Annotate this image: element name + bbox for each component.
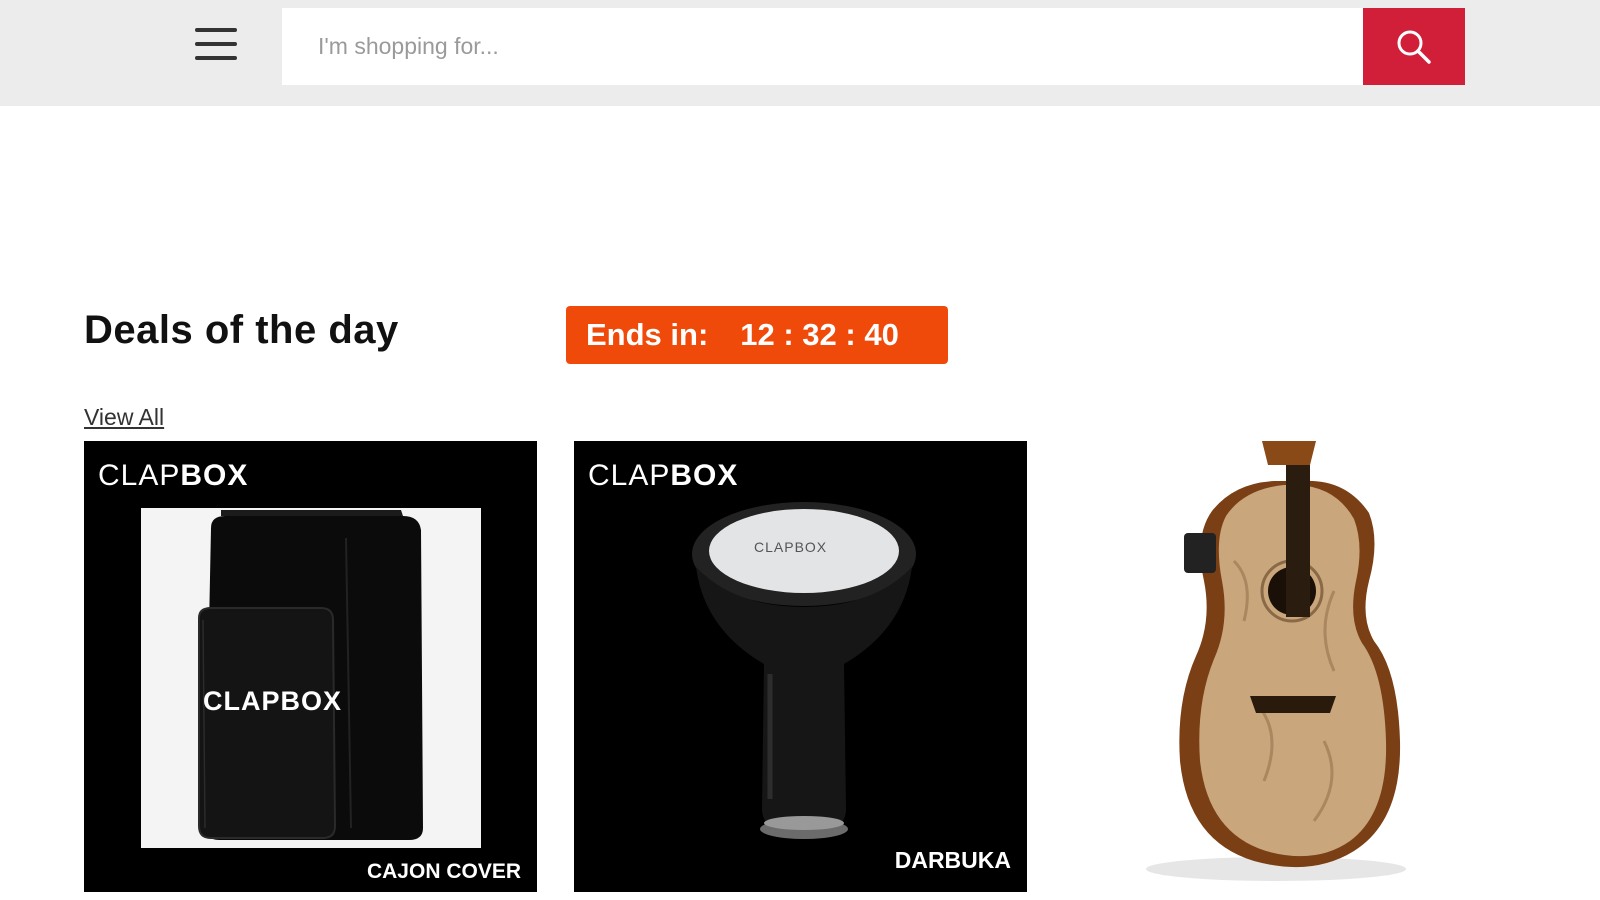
product-image-frame: CLAPBOX [141, 508, 481, 848]
search-bar [282, 8, 1465, 85]
product-caption: CAJON COVER [366, 860, 521, 883]
brand-logo: CLAPBOX [588, 459, 739, 492]
view-all-link[interactable]: View All [84, 404, 164, 431]
top-header [0, 0, 1600, 106]
hamburger-menu-icon[interactable] [192, 26, 240, 66]
cajon-cover-image [198, 510, 423, 840]
product-card-cajon-cover[interactable]: CLAPBOX CLAPBOX CAJON COVER [84, 441, 537, 892]
brand-logo: CLAPBOX [98, 459, 249, 492]
search-input[interactable] [282, 8, 1363, 85]
deals-title: Deals of the day [84, 308, 399, 352]
search-button[interactable] [1363, 8, 1465, 85]
drum-brand-label: CLAPBOX [754, 539, 828, 555]
countdown-badge: Ends in: 12 : 32 : 40 [566, 306, 948, 364]
product-card-acoustic-guitar[interactable] [1084, 441, 1564, 892]
search-icon [1397, 30, 1431, 64]
bag-brand-label: CLAPBOX [203, 686, 343, 716]
acoustic-guitar-image [1146, 441, 1406, 881]
countdown-label: Ends in: [586, 317, 709, 352]
product-card-darbuka[interactable]: CLAPBOX CLAPBOX DARBUKA [574, 441, 1027, 892]
product-caption: DARBUKA [894, 847, 1011, 873]
countdown-time: 12 : 32 : 40 [740, 317, 899, 352]
